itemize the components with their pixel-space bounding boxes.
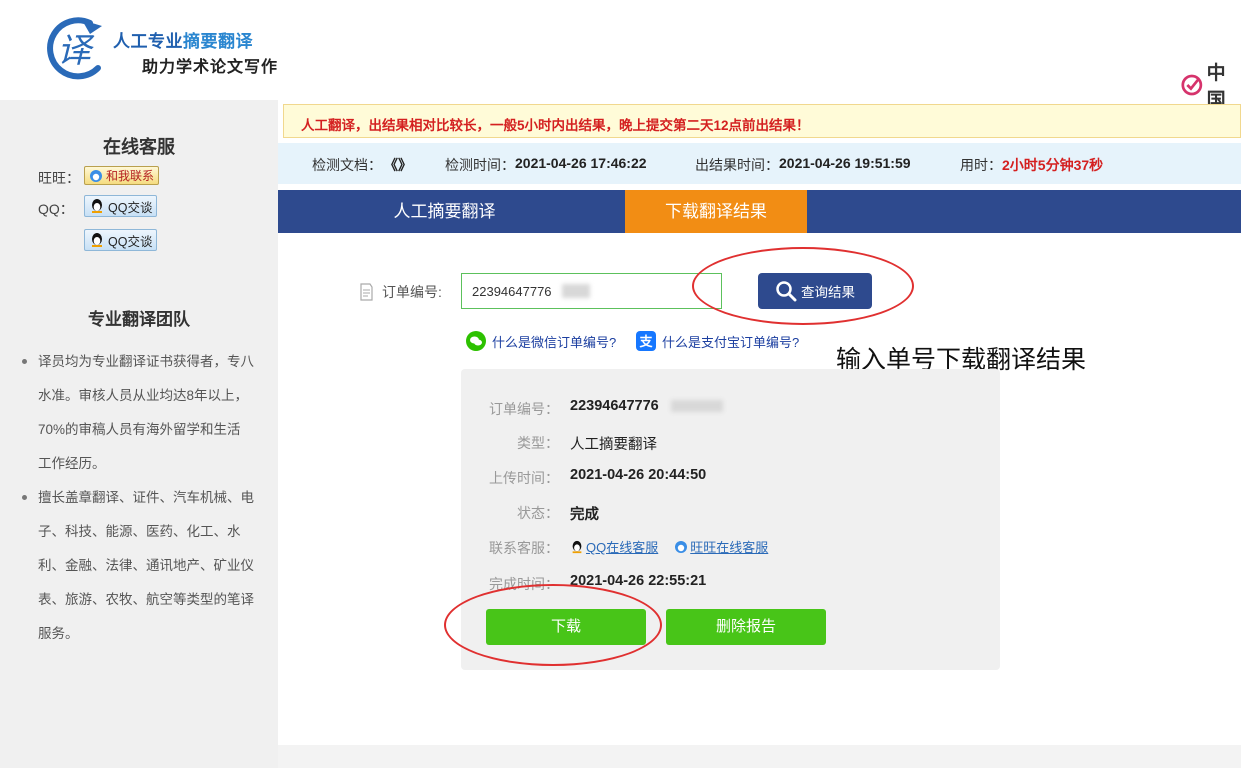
elapsed-label: 用时：	[960, 157, 1002, 173]
highlight-ellipse-download	[444, 584, 662, 666]
detection-info-bar: 检测文档： 《》 检测时间： 2021-04-26 17:46:22 出结果时间…	[278, 143, 1241, 184]
footer-strip	[278, 745, 1241, 768]
elapsed-value: 2小时5分钟37秒	[1002, 157, 1104, 173]
tab-manual-abstract-translation[interactable]: 人工摘要翻译	[278, 190, 611, 233]
notice-banner: 人工翻译，出结果相对比较长，一般5小时内出结果，晚上提交第二天12点前出结果！	[283, 104, 1241, 138]
tab-download-result[interactable]: 下载翻译结果	[625, 190, 807, 233]
list-item: 擅长盖章翻译、证件、汽车机械、电子、科技、能源、医药、化工、水利、金融、法律、通…	[22, 481, 254, 651]
qq-chat-button-2[interactable]: QQ交谈	[84, 229, 158, 251]
wangwang-label: 旺旺：	[38, 170, 80, 186]
wangwang-contact-button[interactable]: 和我联系	[84, 166, 160, 185]
main-tabs: 人工摘要翻译 下载翻译结果	[278, 190, 1241, 233]
document-icon	[360, 283, 373, 301]
logo-slogan: 助力学术论文写作	[142, 59, 279, 76]
result-order-label: 订单编号：	[489, 401, 559, 417]
check-time-value: 2021-04-26 17:46:22	[515, 155, 647, 171]
team-title: 专业翻译团队	[88, 310, 190, 329]
result-contact-label: 联系客服：	[489, 540, 559, 556]
logo-title: 人工专业摘要翻译	[113, 32, 253, 51]
doc-label: 检测文档：	[312, 157, 382, 173]
wechat-icon	[466, 331, 486, 351]
check-badge-icon	[1181, 74, 1203, 96]
result-upload-value: 2021-04-26 20:44:50	[570, 467, 707, 483]
wangwang-icon	[90, 169, 102, 182]
qq-chat-button-1[interactable]: QQ交谈	[84, 195, 158, 217]
logo-glyph: 译	[57, 31, 95, 71]
result-status-label: 状态：	[517, 505, 559, 521]
qq-penguin-icon	[92, 233, 102, 247]
result-type-label: 类型：	[517, 435, 559, 451]
order-number-label: 订单编号:	[358, 282, 442, 302]
wechat-order-help-link[interactable]: 什么是微信订单编号?	[466, 331, 616, 351]
result-time-label: 出结果时间：	[695, 157, 779, 173]
result-type-value: 人工摘要翻译	[570, 437, 657, 453]
redaction-mask	[562, 284, 590, 298]
qq-penguin-icon	[572, 540, 582, 553]
online-service-title: 在线客服	[103, 137, 175, 157]
qq-penguin-icon	[92, 199, 102, 213]
site-header: 译 人工专业摘要翻译 助力学术论文写作 中国	[0, 0, 1241, 111]
qq-label: QQ：	[38, 201, 74, 217]
result-time-value: 2021-04-26 19:51:59	[779, 155, 911, 171]
doc-value: 《》	[384, 157, 412, 173]
redaction-mask	[671, 400, 723, 412]
highlight-ellipse-query	[692, 247, 914, 325]
result-order-value: 22394647776	[570, 398, 659, 414]
result-upload-label: 上传时间：	[489, 470, 559, 486]
wangwang-icon	[675, 540, 688, 553]
svg-text:支: 支	[638, 334, 653, 350]
result-status-value: 完成	[570, 507, 599, 523]
team-points: 译员均为专业翻译证书获得者，专八水准。审核人员从业均达8年以上，70%的审稿人员…	[22, 345, 254, 651]
sidebar: 在线客服 旺旺： 和我联系 QQ： QQ交谈 QQ交谈 专业翻译团队 译员均为专…	[0, 100, 278, 768]
result-contact-links: QQ在线客服 旺旺在线客服	[570, 537, 768, 556]
order-number-input[interactable]	[461, 273, 722, 309]
check-time-label: 检测时间：	[445, 157, 515, 173]
alipay-order-help-link[interactable]: 支 什么是支付宝订单编号?	[636, 331, 799, 351]
delete-report-button[interactable]: 删除报告	[666, 609, 826, 645]
alipay-icon: 支	[636, 331, 656, 351]
qq-online-service-link[interactable]: QQ在线客服	[570, 537, 658, 556]
list-item: 译员均为专业翻译证书获得者，专八水准。审核人员从业均达8年以上，70%的审稿人员…	[22, 345, 254, 481]
translate-logo-icon[interactable]: 译	[44, 16, 106, 80]
wangwang-online-service-link[interactable]: 旺旺在线客服	[674, 537, 768, 556]
